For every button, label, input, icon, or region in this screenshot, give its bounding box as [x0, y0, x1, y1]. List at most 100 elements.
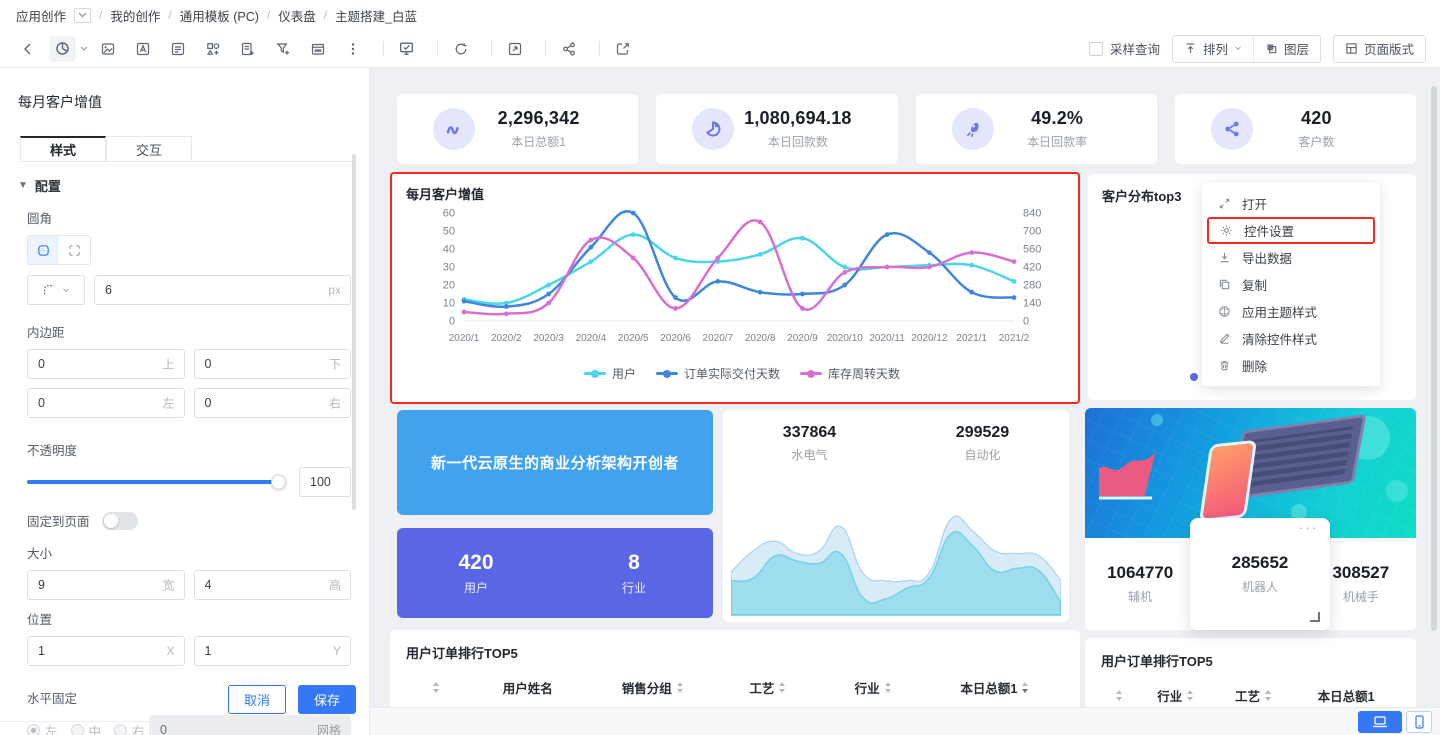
- hfix-right-radio[interactable]: 右: [114, 721, 145, 735]
- size-width-input[interactable]: 宽: [27, 570, 185, 600]
- legend-item[interactable]: 库存周转天数: [800, 365, 900, 382]
- clear-style-icon: [1217, 332, 1231, 345]
- column-header[interactable]: 行业: [1137, 686, 1215, 705]
- padding-bottom-input[interactable]: 下: [194, 349, 352, 379]
- menu-item-apply-theme[interactable]: 应用主题样式: [1202, 298, 1380, 325]
- tab-interaction[interactable]: 交互: [106, 136, 192, 161]
- chevron-down-icon[interactable]: [80, 46, 88, 52]
- back-icon[interactable]: [14, 36, 41, 62]
- download-icon: [1217, 251, 1231, 264]
- svg-text:60: 60: [443, 208, 455, 220]
- breadcrumb-item-current: 主题搭建_白蓝: [335, 6, 417, 25]
- menu-item-copy[interactable]: 复制: [1202, 271, 1380, 298]
- share-icon[interactable]: [555, 36, 582, 62]
- layers-button[interactable]: 图层: [1253, 36, 1320, 62]
- checkbox-icon[interactable]: [1089, 42, 1103, 56]
- tab-style[interactable]: 样式: [20, 136, 106, 161]
- filter-icon[interactable]: [269, 36, 296, 62]
- publish-icon[interactable]: [609, 36, 636, 62]
- chevron-down-icon[interactable]: [74, 8, 91, 23]
- mobile-view-button[interactable]: [1406, 711, 1432, 733]
- column-header[interactable]: 本日总额1: [1292, 686, 1400, 705]
- preview-icon[interactable]: [393, 36, 420, 62]
- kpi-card-customers[interactable]: 420客户数: [1175, 94, 1416, 164]
- size-height-input[interactable]: 高: [194, 570, 352, 600]
- column-header[interactable]: [406, 678, 465, 697]
- column-header[interactable]: 工艺: [1215, 686, 1293, 705]
- breadcrumb-root[interactable]: 应用创作: [16, 6, 66, 25]
- legend-item[interactable]: 订单实际交付天数: [656, 365, 780, 382]
- kpi-card-rate[interactable]: 49.2%本日回款率: [916, 94, 1157, 164]
- radius-all-button[interactable]: [28, 236, 59, 264]
- query-icon[interactable]: [234, 36, 261, 62]
- tab-icon[interactable]: [304, 36, 331, 62]
- arrange-button[interactable]: 排列: [1173, 36, 1253, 62]
- robot-stat-widget-selected[interactable]: ··· 285652 机器人: [1190, 518, 1330, 630]
- legend-item[interactable]: 用户: [584, 365, 636, 382]
- column-header[interactable]: 行业: [821, 678, 926, 697]
- text-icon[interactable]: [129, 36, 156, 62]
- radius-mode-group: [27, 235, 91, 265]
- component-icon[interactable]: [199, 36, 226, 62]
- line-chart-widget-selected[interactable]: 每月客户增值 010203040506001402804205607008402…: [390, 172, 1080, 404]
- chart-legend: 用户 订单实际交付天数 库存周转天数: [406, 365, 1078, 382]
- kpi-card-payback[interactable]: 1,080,694.18本日回款数: [656, 94, 897, 164]
- sort-icon: [1264, 690, 1272, 701]
- radius-input[interactable]: px: [94, 275, 351, 305]
- cancel-button[interactable]: 取消: [228, 685, 286, 714]
- desktop-view-button[interactable]: [1358, 711, 1402, 733]
- menu-item-open[interactable]: 打开: [1202, 190, 1380, 217]
- menu-item-widget-settings[interactable]: 控件设置: [1207, 217, 1375, 244]
- page-layout-button[interactable]: 页面版式: [1333, 35, 1426, 63]
- padding-label: 内边距: [27, 322, 351, 341]
- column-header[interactable]: 销售分组: [590, 678, 715, 697]
- panel-scrollbar[interactable]: [352, 154, 356, 510]
- menu-item-export-data[interactable]: 导出数据: [1202, 244, 1380, 271]
- hfix-left-radio[interactable]: 左: [27, 721, 58, 735]
- config-section-header[interactable]: ▼ 配置: [0, 162, 369, 195]
- banner-widget[interactable]: 新一代云原生的商业分析架构开创者: [397, 410, 713, 515]
- kpi-label: 客户数: [1253, 133, 1380, 150]
- slider-knob[interactable]: [271, 475, 286, 490]
- radius-corners-button[interactable]: [59, 236, 90, 264]
- chart-type-icon[interactable]: [49, 36, 76, 62]
- area-chart-widget[interactable]: 337864水电气 299529自动化: [723, 410, 1069, 622]
- svg-text:0: 0: [1023, 316, 1029, 328]
- padding-right-input[interactable]: 右: [194, 388, 352, 418]
- fix-to-page-toggle[interactable]: [102, 512, 138, 530]
- resize-handle[interactable]: [1310, 612, 1320, 622]
- padding-left-input[interactable]: 左: [27, 388, 185, 418]
- resize-icon[interactable]: [501, 36, 528, 62]
- column-header[interactable]: [1101, 686, 1137, 705]
- list-icon[interactable]: [164, 36, 191, 62]
- save-button[interactable]: 保存: [298, 685, 356, 714]
- position-x-input[interactable]: X: [27, 636, 185, 666]
- hfix-center-radio[interactable]: 中: [71, 721, 102, 735]
- column-header[interactable]: 本日总额1: [926, 678, 1064, 697]
- padding-top-input[interactable]: 上: [27, 349, 185, 379]
- canvas-scrollbar[interactable]: [1431, 86, 1437, 631]
- kpi-card-total[interactable]: 2,296,342本日总额1: [397, 94, 638, 164]
- breadcrumb-item[interactable]: 我的创作: [110, 6, 160, 25]
- user-industry-stats-widget[interactable]: 420用户 8行业: [397, 528, 713, 618]
- position-y-input[interactable]: Y: [194, 636, 352, 666]
- sample-query-checkbox[interactable]: 采样查询: [1089, 39, 1160, 58]
- breadcrumb-item[interactable]: 仪表盘: [278, 6, 316, 25]
- column-header[interactable]: 工艺: [715, 678, 820, 697]
- menu-item-clear-style[interactable]: 清除控件样式: [1202, 325, 1380, 352]
- refresh-icon[interactable]: [447, 36, 474, 62]
- image-icon[interactable]: [94, 36, 121, 62]
- svg-text:840: 840: [1023, 208, 1041, 220]
- more-icon[interactable]: [339, 36, 366, 62]
- breadcrumb-item[interactable]: 通用模板 (PC): [180, 6, 259, 25]
- breadcrumb: 应用创作 / 我的创作 / 通用模板 (PC) / 仪表盘 / 主题搭建_白蓝: [0, 0, 1440, 30]
- menu-item-delete[interactable]: 删除: [1202, 352, 1380, 379]
- svg-text:2020/5: 2020/5: [618, 333, 649, 344]
- more-icon[interactable]: ···: [1299, 520, 1318, 535]
- opacity-slider[interactable]: [27, 480, 285, 484]
- opacity-input[interactable]: [299, 467, 351, 497]
- kpi-value: 2,296,342: [475, 108, 602, 129]
- radius-corner-select[interactable]: [27, 275, 85, 305]
- toolbar-divider: [437, 41, 438, 56]
- column-header[interactable]: 用户姓名: [465, 678, 590, 697]
